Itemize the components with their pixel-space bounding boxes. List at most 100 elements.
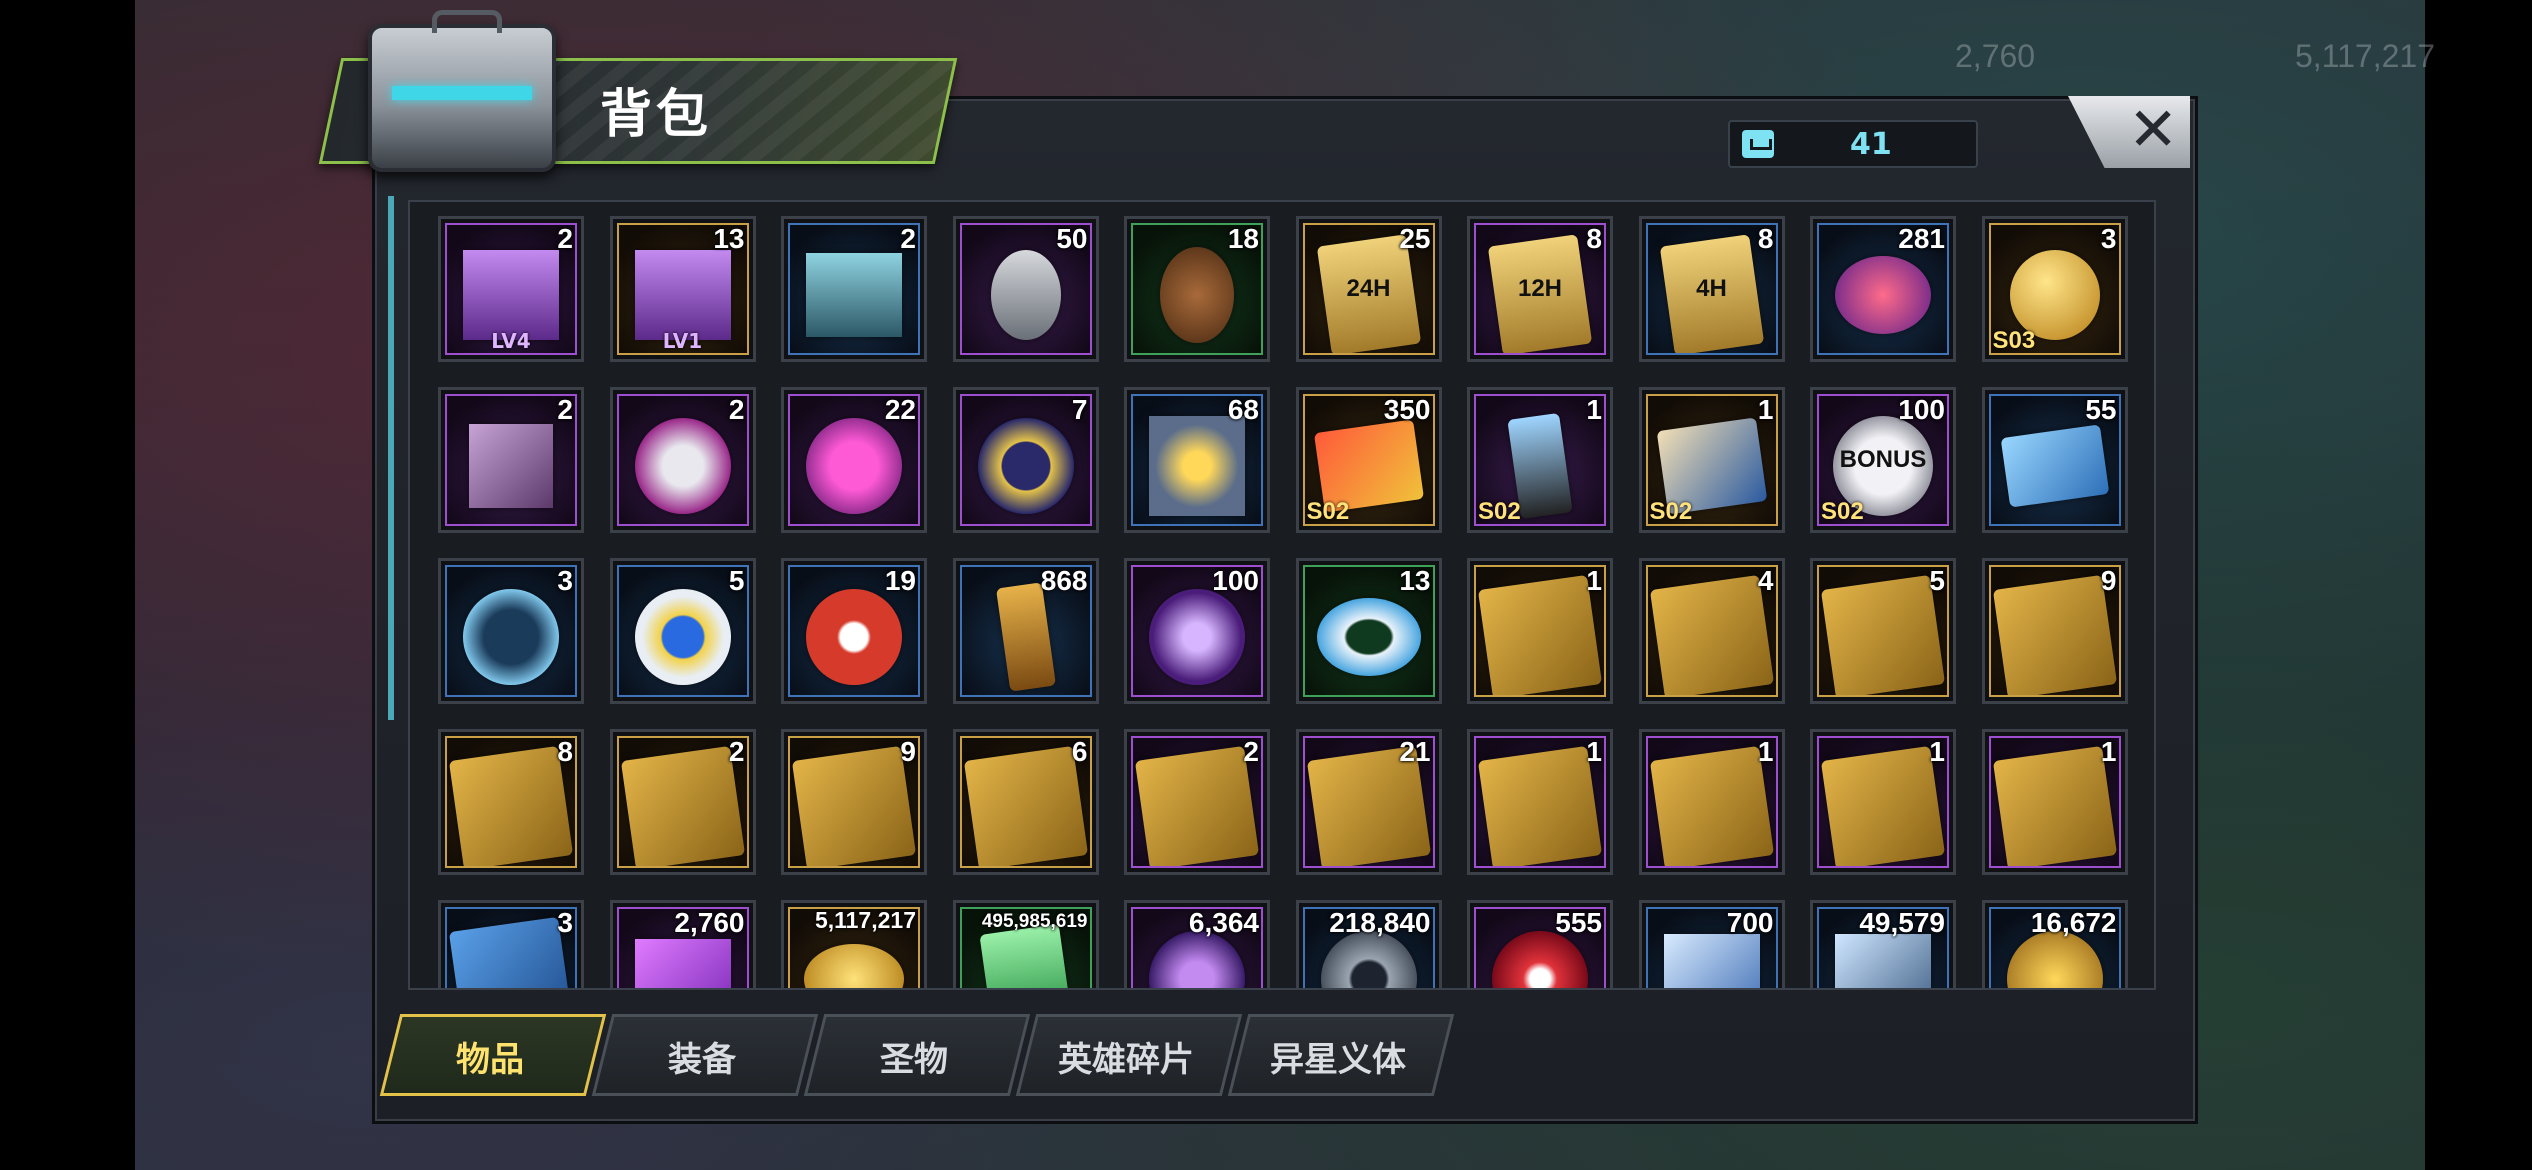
- item-count: 555: [1555, 907, 1602, 938]
- tab-label[interactable]: 装备: [602, 1032, 802, 1081]
- item-count: 9: [900, 736, 916, 767]
- blueprint-swords-icon: [1992, 746, 2117, 866]
- inventory-slot[interactable]: 2,760: [609, 900, 756, 988]
- chest-steel-icon: [806, 253, 902, 338]
- season-tag: S02: [1821, 498, 1864, 525]
- inventory-slot[interactable]: 68: [1124, 387, 1270, 533]
- inventory-slot[interactable]: 18: [1124, 216, 1270, 362]
- inventory-slot[interactable]: 281: [1810, 216, 1956, 362]
- item-count: 1: [2100, 736, 2117, 767]
- blueprint-glasses-icon: [1820, 575, 1946, 695]
- inventory-slot[interactable]: 3: [438, 900, 584, 988]
- gold-fist-icon: [2006, 931, 2103, 988]
- tab-label[interactable]: 圣物: [814, 1032, 1014, 1081]
- inventory-slot[interactable]: 555: [1467, 900, 1613, 988]
- magic-mirror-icon: [1149, 589, 1245, 686]
- blueprint-boot-icon: [448, 746, 574, 866]
- tab-label[interactable]: 异星义体: [1238, 1032, 1438, 1081]
- inventory-slot[interactable]: 4H 8: [1638, 216, 1785, 362]
- capacity-value: 41: [1850, 126, 1892, 162]
- chest-purple-icon: [463, 250, 559, 341]
- blueprint-boot-icon: [1134, 746, 1260, 866]
- inventory-slot[interactable]: 218,840: [1295, 900, 1442, 988]
- tab-label[interactable]: 物品: [390, 1032, 590, 1081]
- inventory-slot[interactable]: 21: [1295, 729, 1442, 875]
- inventory-slot[interactable]: 1: [1467, 558, 1613, 704]
- inventory-slot[interactable]: 24H 25: [1295, 216, 1442, 362]
- tab-label[interactable]: 英雄碎片: [1026, 1032, 1226, 1081]
- inventory-slot[interactable]: 55: [1981, 387, 2128, 533]
- inventory-slot[interactable]: 7: [952, 387, 1099, 533]
- inventory-slot[interactable]: 700: [1638, 900, 1785, 988]
- inventory-slot[interactable]: 1: [1810, 729, 1956, 875]
- item-count: 50: [1056, 223, 1088, 254]
- inventory-slot[interactable]: 8: [438, 729, 584, 875]
- item-count: 1: [1586, 565, 1602, 596]
- inventory-slot[interactable]: 3 S03: [1981, 216, 2128, 362]
- inventory-slot[interactable]: 2: [1124, 729, 1270, 875]
- item-count: 13: [713, 223, 745, 254]
- pinecone-icon: [1160, 247, 1234, 344]
- inventory-slot[interactable]: 50: [952, 216, 1099, 362]
- blueprint-swords-icon: [791, 746, 917, 866]
- blueprint-shirt-icon: [1992, 575, 2117, 695]
- inventory-slot[interactable]: 1: [1981, 729, 2128, 875]
- inventory-slot[interactable]: 2: [609, 729, 756, 875]
- gear-icon: [1320, 931, 1417, 988]
- item-grid-frame[interactable]: 2 LV4 13 LV1 2 50 18 24H 25 12H 8 4H 8 281 3 S03 2 2 22 7 68…: [408, 200, 2156, 990]
- inventory-slot[interactable]: 49,579: [1810, 900, 1956, 988]
- purple-gems-icon: [634, 939, 731, 988]
- inventory-slot[interactable]: 495,985,619: [952, 900, 1099, 988]
- inventory-slot[interactable]: 3: [438, 558, 584, 704]
- inventory-slot[interactable]: 19: [781, 558, 927, 704]
- timer-badge-icon: [463, 589, 559, 686]
- item-count: 100: [1212, 565, 1259, 596]
- inventory-slot[interactable]: 1 S02: [1638, 387, 1785, 533]
- scrollbar[interactable]: [388, 196, 394, 720]
- blueprint-hat-icon: [1649, 746, 1774, 866]
- inventory-slot[interactable]: 1: [1638, 729, 1785, 875]
- item-grid: 2 LV4 13 LV1 2 50 18 24H 25 12H 8 4H 8 281 3 S03 2 2 22 7 68…: [438, 216, 2128, 988]
- inventory-slot[interactable]: 2: [781, 216, 927, 362]
- inventory-slot[interactable]: 6,364: [1124, 900, 1270, 988]
- inventory-slot[interactable]: 100: [1124, 558, 1270, 704]
- inventory-slot[interactable]: BONUS 100 S02: [1810, 387, 1956, 533]
- item-count: 21: [1399, 736, 1431, 767]
- item-count: 55: [2085, 394, 2117, 425]
- bullet-icon: [995, 582, 1056, 693]
- blueprint-blue-icon: [448, 917, 574, 988]
- inventory-slot[interactable]: 16,672: [1981, 900, 2128, 988]
- inventory-slot[interactable]: 350 S02: [1295, 387, 1442, 533]
- inventory-slot[interactable]: 22: [781, 387, 927, 533]
- item-count: 9: [2100, 565, 2117, 596]
- inventory-slot[interactable]: 4: [1638, 558, 1785, 704]
- inventory-slot[interactable]: 868: [952, 558, 1099, 704]
- item-count: 4: [1757, 565, 1774, 596]
- backpack-chest-icon: [368, 10, 556, 172]
- inventory-slot[interactable]: 1 S02: [1467, 387, 1613, 533]
- chest-purple-icon: [634, 250, 731, 341]
- close-icon[interactable]: ✕: [2128, 100, 2178, 160]
- inventory-slot[interactable]: 5,117,217: [781, 900, 927, 988]
- inventory-slot[interactable]: 6: [952, 729, 1099, 875]
- inventory-slot[interactable]: 13: [1295, 558, 1442, 704]
- poker-chip-icon: [977, 418, 1074, 515]
- inventory-slot[interactable]: 5: [609, 558, 756, 704]
- inventory-slot[interactable]: 2: [609, 387, 756, 533]
- swim-ring-icon: [1316, 598, 1421, 677]
- item-count: 49,579: [1859, 907, 1945, 938]
- inventory-slot[interactable]: 1: [1467, 729, 1613, 875]
- item-count: 218,840: [1329, 907, 1431, 938]
- inventory-slot[interactable]: 13 LV1: [609, 216, 756, 362]
- inventory-slot[interactable]: 2: [438, 387, 584, 533]
- item-count: 2: [557, 223, 573, 254]
- inventory-slot[interactable]: 12H 8: [1467, 216, 1613, 362]
- inventory-slot[interactable]: 5: [1810, 558, 1956, 704]
- red-chip-icon: [806, 589, 902, 686]
- inventory-slot[interactable]: 9: [781, 729, 927, 875]
- purple-orb-icon: [1149, 931, 1245, 988]
- item-count: 8: [1586, 223, 1602, 254]
- inventory-slot[interactable]: 2 LV4: [438, 216, 584, 362]
- lips-badge-icon: [1835, 256, 1931, 335]
- inventory-slot[interactable]: 9: [1981, 558, 2128, 704]
